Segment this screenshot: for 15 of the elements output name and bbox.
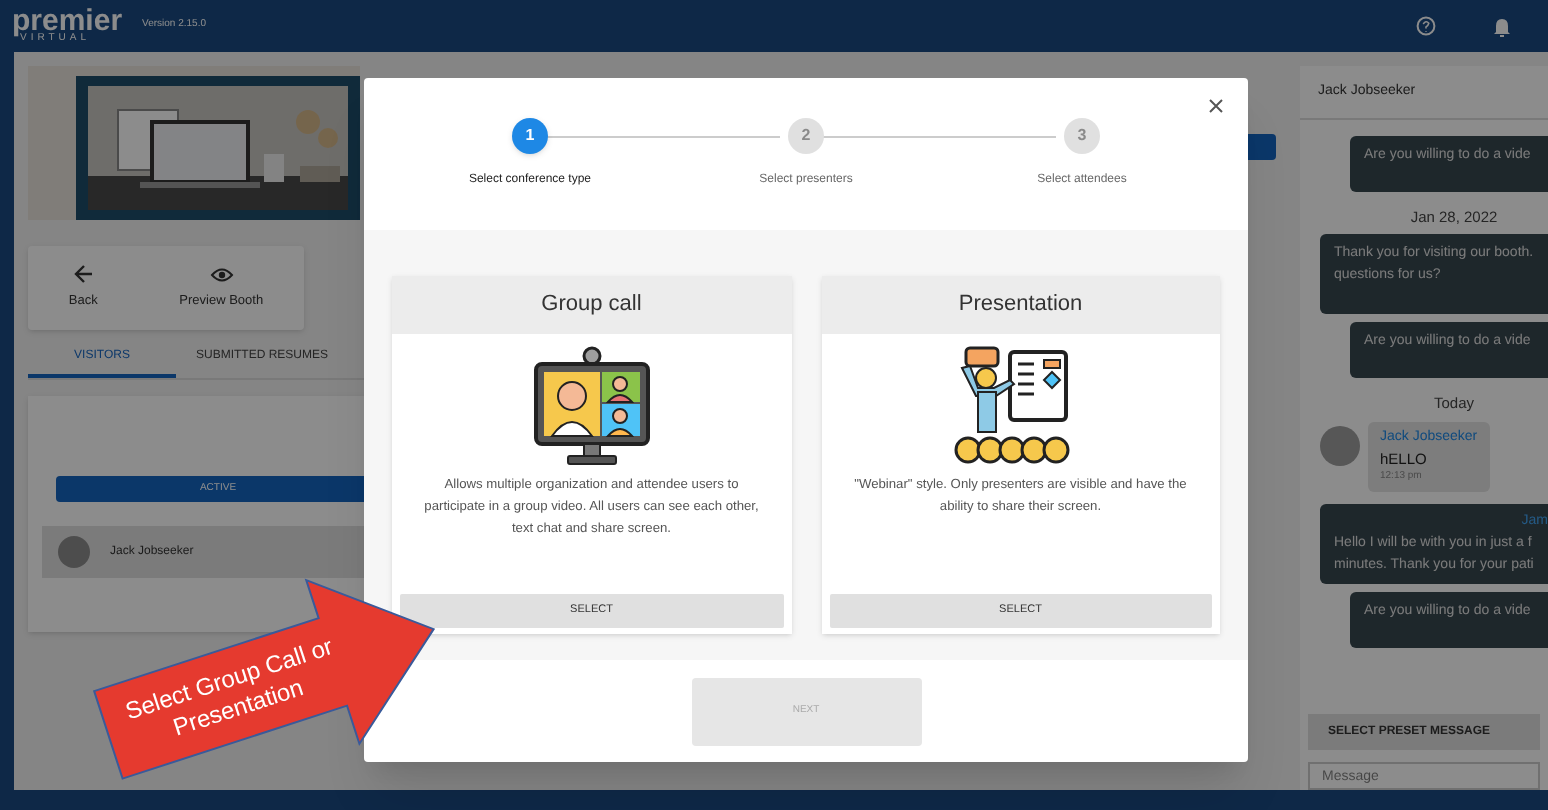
close-icon <box>1208 98 1224 114</box>
eye-icon <box>209 265 234 284</box>
bell-icon[interactable] <box>1492 15 1512 37</box>
option-title: Group call <box>392 276 791 334</box>
avatar <box>58 536 90 568</box>
step-number: 2 <box>788 118 824 154</box>
step-number: 1 <box>512 118 548 154</box>
avatar <box>1320 425 1360 465</box>
video-call-monitor-icon <box>529 346 654 470</box>
logo-text: premier <box>12 8 123 34</box>
help-icon[interactable] <box>1416 16 1436 36</box>
close-button[interactable] <box>1206 96 1226 116</box>
step-number: 3 <box>1064 118 1100 154</box>
option-title: Presentation <box>821 276 1220 334</box>
back-arrow-icon <box>73 264 94 285</box>
